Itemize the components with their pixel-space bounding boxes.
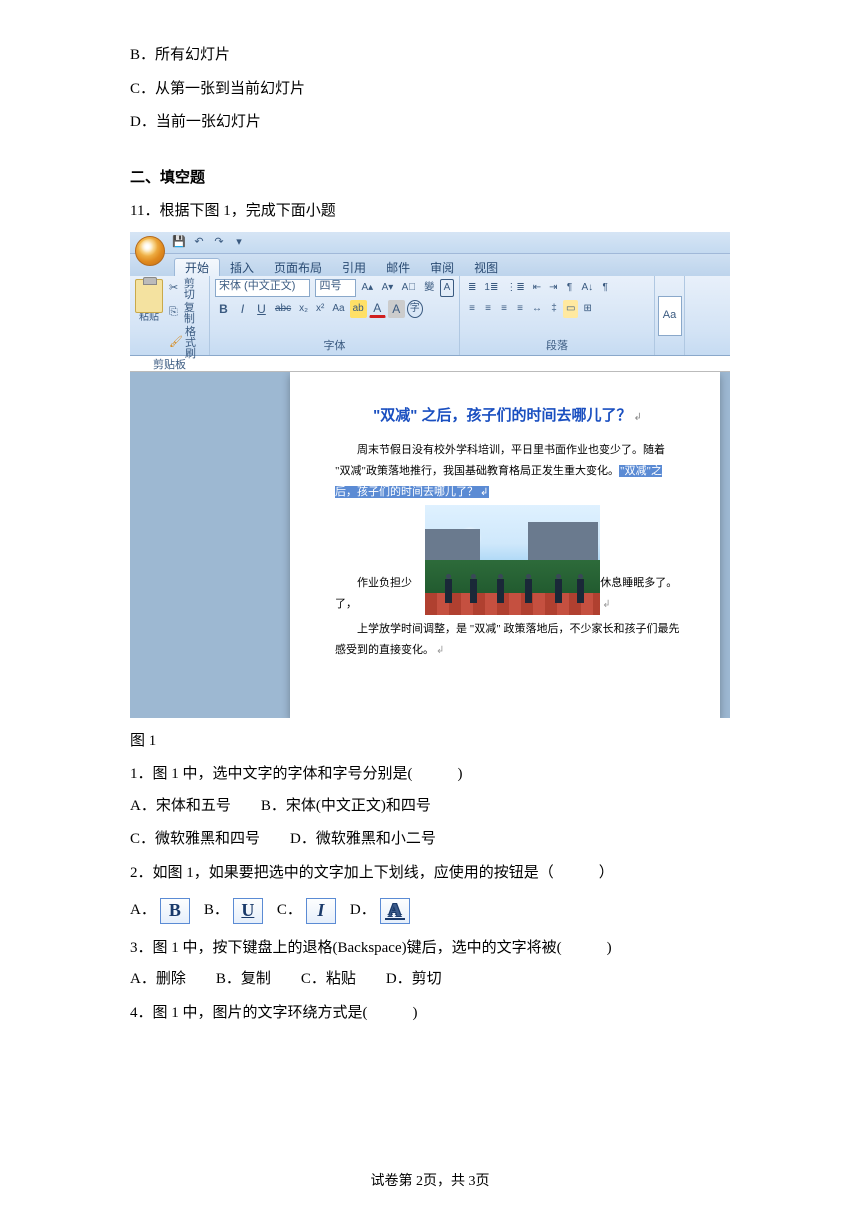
sub-q2: 2．如图 1，如果要把选中的文字加上下划线，应使用的按钮是（ ）: [130, 858, 730, 890]
group-font: 宋体 (中文正文) 四号 A▴ A▾ A⃠ 變 A B I U abc x₂ x…: [210, 276, 460, 355]
indent-inc-icon[interactable]: ⇥: [546, 279, 560, 297]
question-11: 11．根据下图 1，完成下面小题: [130, 196, 730, 228]
enclose-char-icon[interactable]: 字: [407, 300, 423, 318]
option-b: B．所有幻灯片: [130, 40, 730, 72]
doc-title: "双减" 之后，孩子们的时间去哪儿了？↲: [335, 402, 680, 431]
document-area: "双减" 之后，孩子们的时间去哪儿了？↲ 周末节假日没有校外学科培训，平日里书面…: [130, 372, 730, 718]
save-icon[interactable]: 💾: [172, 235, 186, 249]
tab-insert[interactable]: 插入: [220, 259, 264, 276]
right-text: 休息睡眠多了。↲: [600, 573, 680, 615]
para-label: 段落: [465, 341, 649, 353]
paste-icon[interactable]: [135, 279, 163, 313]
quick-access-toolbar: 💾 ↶ ↷ ▾: [130, 232, 730, 254]
page-footer: 试卷第 2页，共 3页: [0, 1167, 860, 1196]
clipboard-label: 剪贴板: [135, 360, 204, 372]
align-right-icon[interactable]: ≡: [497, 300, 511, 318]
multilevel-icon[interactable]: ⋮≣: [503, 279, 527, 297]
char-border-icon[interactable]: A: [440, 279, 454, 297]
shading-icon[interactable]: ▭: [563, 300, 578, 318]
tab-layout[interactable]: 页面布局: [264, 259, 332, 276]
document-page[interactable]: "双减" 之后，孩子们的时间去哪儿了？↲ 周末节假日没有校外学科培训，平日里书面…: [290, 372, 720, 718]
font-label: 字体: [215, 341, 454, 353]
align-left-icon[interactable]: ≡: [465, 300, 479, 318]
justify-icon[interactable]: ≡: [513, 300, 527, 318]
font-color-option-icon: A: [380, 898, 410, 924]
figure-1-caption: 图 1: [130, 726, 730, 758]
tab-references[interactable]: 引用: [332, 259, 376, 276]
clear-format-icon[interactable]: A⃠: [399, 279, 418, 297]
ruler: [130, 356, 730, 372]
group-clipboard: 粘贴 ✂剪切 ⎘复制 🖌格式刷 剪贴板: [130, 276, 210, 355]
font-size-input[interactable]: 四号: [315, 279, 355, 297]
line-spacing-icon[interactable]: ‡: [547, 300, 561, 318]
font-name-input[interactable]: 宋体 (中文正文): [215, 279, 310, 297]
copy-icon[interactable]: ⎘: [169, 307, 181, 320]
sub-q1-row-ab: A．宋体和五号 B．宋体(中文正文)和四号: [130, 791, 730, 823]
tab-home[interactable]: 开始: [174, 258, 220, 276]
sub-q3-options: A．删除 B．复制 C．粘贴 D．剪切: [130, 964, 730, 996]
group-styles: Aa: [655, 276, 685, 355]
sort-icon[interactable]: A↓: [579, 279, 597, 297]
bullets-icon[interactable]: ≣: [465, 279, 479, 297]
paste-label: 粘贴: [135, 313, 163, 323]
sub-q1: 1．图 1 中，选中文字的字体和字号分别是( ): [130, 759, 730, 791]
undo-icon[interactable]: ↶: [192, 235, 206, 249]
option-c: C．从第一张到当前幻灯片: [130, 74, 730, 106]
strike-icon[interactable]: abc: [272, 300, 294, 318]
shrink-font-icon[interactable]: A▾: [379, 279, 396, 297]
cut-icon[interactable]: ✂: [169, 283, 181, 296]
superscript-icon[interactable]: x²: [313, 300, 327, 318]
doc-paragraph-1: 周末节假日没有校外学科培训，平日里书面作业也变少了。随着 "双减"政策落地推行，…: [335, 440, 680, 503]
ribbon-tabs: 开始 插入 页面布局 引用 邮件 审阅 视图: [130, 254, 730, 276]
char-shading-icon[interactable]: A: [388, 300, 405, 318]
align-center-icon[interactable]: ≡: [481, 300, 495, 318]
highlight-icon[interactable]: ab: [350, 300, 367, 318]
bold-option-icon: B: [160, 898, 190, 924]
italic-button[interactable]: I: [234, 300, 251, 318]
option-d: D．当前一张幻灯片: [130, 107, 730, 139]
sub-q3: 3．图 1 中，按下键盘上的退格(Backspace)键后，选中的文字将被( ): [130, 933, 730, 965]
style-preview[interactable]: Aa: [658, 296, 682, 336]
left-text: 作业负担少了，: [335, 573, 425, 615]
ltr-icon[interactable]: ¶: [563, 279, 577, 297]
tab-view[interactable]: 视图: [464, 259, 508, 276]
bold-button[interactable]: B: [215, 300, 232, 318]
italic-option-icon: I: [306, 898, 336, 924]
sub-q4: 4．图 1 中，图片的文字环绕方式是( ): [130, 998, 730, 1030]
distribute-icon[interactable]: ↔: [529, 300, 545, 318]
grow-font-icon[interactable]: A▴: [359, 279, 376, 297]
group-paragraph: ≣ 1≣ ⋮≣ ⇤ ⇥ ¶ A↓ ¶ ≡ ≡ ≡ ≡ ↔ ‡ ▭: [460, 276, 655, 355]
indent-dec-icon[interactable]: ⇤: [530, 279, 544, 297]
redo-icon[interactable]: ↷: [212, 235, 226, 249]
doc-paragraph-3: 上学放学时间调整，是 "双减" 政策落地后，不少家长和孩子们最先感受到的直接变化…: [335, 619, 680, 661]
subscript-icon[interactable]: x₂: [296, 300, 311, 318]
sub-q1-row-cd: C．微软雅黑和四号 D．微软雅黑和小二号: [130, 824, 730, 856]
underline-button[interactable]: U: [253, 300, 270, 318]
numbering-icon[interactable]: 1≣: [481, 279, 501, 297]
sub-q2-options: A．B B．U C．I D．A: [130, 895, 730, 927]
office-button[interactable]: [135, 236, 165, 266]
word-screenshot: 💾 ↶ ↷ ▾ 开始 插入 页面布局 引用 邮件 审阅 视图 粘贴 ✂剪切 ⎘复…: [130, 232, 730, 718]
qat-more-icon[interactable]: ▾: [232, 235, 246, 249]
borders-icon[interactable]: ⊞: [580, 300, 594, 318]
underline-option-icon: U: [233, 898, 263, 924]
phonetic-icon[interactable]: 變: [421, 279, 437, 297]
inline-image[interactable]: [425, 505, 600, 615]
ribbon: 粘贴 ✂剪切 ⎘复制 🖌格式刷 剪贴板 宋体 (中文正文) 四号 A▴ A▾ A…: [130, 276, 730, 356]
show-marks-icon[interactable]: ¶: [598, 279, 612, 297]
font-color-icon[interactable]: A: [369, 300, 386, 318]
image-wrap-row: 作业负担少了， 休息睡眠多了。↲: [335, 505, 680, 615]
section-2-title: 二、填空题: [130, 163, 730, 195]
tab-review[interactable]: 审阅: [420, 259, 464, 276]
change-case-icon[interactable]: Aa: [329, 300, 347, 318]
tab-mailings[interactable]: 邮件: [376, 259, 420, 276]
format-brush-icon[interactable]: 🖌: [169, 337, 182, 350]
